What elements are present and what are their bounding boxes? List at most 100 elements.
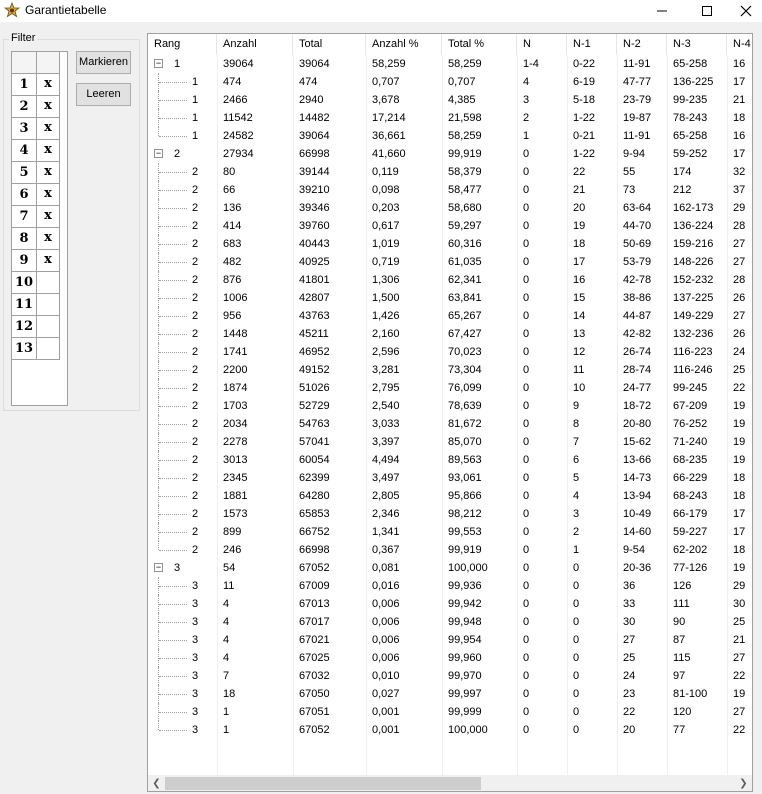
filter-row-mark[interactable] xyxy=(37,338,60,360)
tree-child-row[interactable]: 2 1573 65853 2,346 98,212 0 3 10-49 66-179 17 xyxy=(148,505,752,523)
clear-button[interactable]: Leeren xyxy=(76,83,131,106)
horizontal-scrollbar[interactable]: ❮ ❯ xyxy=(148,775,752,791)
scrollbar-thumb[interactable] xyxy=(165,777,481,790)
tree-child-row[interactable]: 3 1 67051 0,001 99,999 0 0 22 120 27 xyxy=(148,703,752,721)
column-header[interactable]: Rang xyxy=(148,34,217,55)
filter-row-mark[interactable]: x xyxy=(37,228,60,250)
minimize-button[interactable] xyxy=(639,0,685,22)
tree-child-row[interactable]: 2 1741 46952 2,596 70,023 0 12 26-74 116-223 24 xyxy=(148,343,752,361)
column-header[interactable]: N-3 xyxy=(667,34,727,55)
tree-group-row[interactable]: − 3 54 67052 0,081 100,000 0 0 20-36 77-126 19 xyxy=(148,559,752,577)
collapse-icon[interactable]: − xyxy=(154,563,163,572)
tree-child-row[interactable]: 2 1703 52729 2,540 78,639 0 9 18-72 67-209 19 xyxy=(148,397,752,415)
mark-button[interactable]: Markieren xyxy=(76,51,131,74)
filter-row[interactable]: 10 xyxy=(12,272,67,294)
tree-child-row[interactable]: 1 474 474 0,707 0,707 4 6-19 47-77 136-225 17 xyxy=(148,73,752,91)
cell-n-1: 20 xyxy=(573,202,586,214)
tree-child-row[interactable]: 2 683 40443 1,019 60,316 0 18 50-69 159-216 27 xyxy=(148,235,752,253)
tree-child-row[interactable]: 3 11 67009 0,016 99,936 0 0 36 126 29 xyxy=(148,577,752,595)
tree-group-row[interactable]: − 2 27934 66998 41,660 99,919 0 1-22 9-94 59-252 1… xyxy=(148,145,752,163)
tree-child-row[interactable]: 2 1874 51026 2,795 76,099 0 10 24-77 99-245 22 xyxy=(148,379,752,397)
tree-child-row[interactable]: 2 1881 64280 2,805 95,866 0 4 13-94 68-243 18 xyxy=(148,487,752,505)
tree-child-row[interactable]: 2 482 40925 0,719 61,035 0 17 53-79 148-226 27 xyxy=(148,253,752,271)
filter-row[interactable]: 3x xyxy=(12,118,67,140)
filter-row[interactable]: 12 xyxy=(12,316,67,338)
tree-child-row[interactable]: 2 2278 57041 3,397 85,070 0 7 15-62 71-240 19 xyxy=(148,433,752,451)
filter-row-mark[interactable]: x xyxy=(37,140,60,162)
filter-row-mark[interactable] xyxy=(37,294,60,316)
tree-child-row[interactable]: 2 246 66998 0,367 99,919 0 1 9-54 62-202 18 xyxy=(148,541,752,559)
tree-child-row[interactable]: 1 11542 14482 17,214 21,598 2 1-22 19-87 78-243 1… xyxy=(148,109,752,127)
filter-row[interactable]: 11 xyxy=(12,294,67,316)
column-header[interactable]: Total xyxy=(293,34,366,55)
column-header[interactable]: Anzahl xyxy=(217,34,293,55)
tree-child-row[interactable]: 3 1 67052 0,001 100,000 0 0 20 77 22 xyxy=(148,721,752,739)
tree-child-row[interactable]: 3 4 67021 0,006 99,954 0 0 27 87 21 xyxy=(148,631,752,649)
cell-n-2: 20-80 xyxy=(623,418,652,430)
filter-row-mark[interactable]: x xyxy=(37,184,60,206)
tree-child-row[interactable]: 1 2466 2940 3,678 4,385 3 5-18 23-79 99-235 21 xyxy=(148,91,752,109)
close-button[interactable] xyxy=(729,0,762,22)
tree-child-row[interactable]: 2 899 66752 1,341 99,553 0 2 14-60 59-227 17 xyxy=(148,523,752,541)
filter-row-mark[interactable]: x xyxy=(37,250,60,272)
column-header[interactable]: Anzahl % xyxy=(366,34,442,55)
filter-grid[interactable]: 1 x 2 x 3 x 4 x 5 x 6 x 7 x 8 x 9 x 10 11 12 13 xyxy=(11,51,68,406)
column-header[interactable]: N xyxy=(517,34,567,55)
cell-anzahl: 2034 xyxy=(223,418,248,430)
column-header[interactable]: Total % xyxy=(442,34,517,55)
filter-row-mark[interactable]: x xyxy=(37,96,60,118)
tree-child-row[interactable]: 2 136 39346 0,203 58,680 0 20 63-64 162-173 29 xyxy=(148,199,752,217)
tree-child-row[interactable]: 3 4 67025 0,006 99,960 0 0 25 115 27 xyxy=(148,649,752,667)
filter-row-mark[interactable]: x xyxy=(37,74,60,96)
cell-n-4: 28 xyxy=(733,274,746,286)
maximize-button[interactable] xyxy=(684,0,730,22)
cell-n-4: 25 xyxy=(733,616,746,628)
cell-total: 39210 xyxy=(299,184,330,196)
guarantee-tree-list[interactable]: Rang Anzahl Total Anzahl % Total % N N-1 N-2 N-3… xyxy=(147,33,753,792)
filter-row[interactable]: 4x xyxy=(12,140,67,162)
cell-n-2: 24-77 xyxy=(623,382,652,394)
tree-child-row[interactable]: 2 2200 49152 3,281 73,304 0 11 28-74 116-246 25 xyxy=(148,361,752,379)
tree-child-row[interactable]: 3 4 67017 0,006 99,948 0 0 30 90 25 xyxy=(148,613,752,631)
filter-row[interactable]: 1x xyxy=(12,74,67,96)
tree-child-row[interactable]: 3 18 67050 0,027 99,997 0 0 23 81-100 19 xyxy=(148,685,752,703)
tree-child-row[interactable]: 3 7 67032 0,010 99,970 0 0 24 97 22 xyxy=(148,667,752,685)
scroll-left-arrow-icon[interactable]: ❮ xyxy=(148,775,165,791)
tree-group-row[interactable]: − 1 39064 39064 58,259 58,259 1-4 0-22 11-91 65-2… xyxy=(148,55,752,73)
cell-n-2: 20-36 xyxy=(623,562,652,574)
filter-row[interactable]: 6x xyxy=(12,184,67,206)
filter-row-mark[interactable] xyxy=(37,316,60,338)
tree-child-row[interactable]: 1 24582 39064 36,661 58,259 1 0-21 11-91 65-258 1… xyxy=(148,127,752,145)
tree-child-row[interactable]: 2 414 39760 0,617 59,297 0 19 44-70 136-224 28 xyxy=(148,217,752,235)
filter-row[interactable]: 7x xyxy=(12,206,67,228)
tree-child-row[interactable]: 2 80 39144 0,119 58,379 0 22 55 174 32 xyxy=(148,163,752,181)
tree-child-row[interactable]: 2 66 39210 0,098 58,477 0 21 73 212 37 xyxy=(148,181,752,199)
tree-child-row[interactable]: 2 2034 54763 3,033 81,672 0 8 20-80 76-252 19 xyxy=(148,415,752,433)
filter-row[interactable]: 8x xyxy=(12,228,67,250)
tree-child-row[interactable]: 2 3013 60054 4,494 89,563 0 6 13-66 68-235 19 xyxy=(148,451,752,469)
column-header[interactable]: N-2 xyxy=(617,34,667,55)
tree-child-row[interactable]: 2 2345 62399 3,497 93,061 0 5 14-73 66-229 18 xyxy=(148,469,752,487)
filter-row[interactable]: 9x xyxy=(12,250,67,272)
tree-child-row[interactable]: 2 956 43763 1,426 65,267 0 14 44-87 149-229 27 xyxy=(148,307,752,325)
filter-row-mark[interactable]: x xyxy=(37,162,60,184)
filter-row-mark[interactable] xyxy=(37,272,60,294)
filter-row[interactable]: 2x xyxy=(12,96,67,118)
tree-child-row[interactable]: 2 876 41801 1,306 62,341 0 16 42-78 152-232 28 xyxy=(148,271,752,289)
scroll-right-arrow-icon[interactable]: ❯ xyxy=(735,775,752,791)
cell-n: 0 xyxy=(523,292,530,304)
tree-child-row[interactable]: 3 4 67013 0,006 99,942 0 0 33 111 30 xyxy=(148,595,752,613)
filter-row[interactable]: 13 xyxy=(12,338,67,360)
filter-row-mark[interactable]: x xyxy=(37,206,60,228)
collapse-icon[interactable]: − xyxy=(154,149,163,158)
filter-row[interactable]: 5x xyxy=(12,162,67,184)
tree-child-row[interactable]: 2 1448 45211 2,160 67,427 0 13 42-82 132-236 26 xyxy=(148,325,752,343)
collapse-icon[interactable]: − xyxy=(154,59,163,68)
filter-row-mark[interactable]: x xyxy=(37,118,60,140)
cell-rang: 3 xyxy=(192,706,199,718)
cell-n-4: 17 xyxy=(733,148,746,160)
cell-total: 99,960 xyxy=(448,652,482,664)
column-header[interactable]: N-1 xyxy=(567,34,617,55)
column-header[interactable]: N-4 xyxy=(727,34,752,55)
tree-child-row[interactable]: 2 1006 42807 1,500 63,841 0 15 38-86 137-225 26 xyxy=(148,289,752,307)
